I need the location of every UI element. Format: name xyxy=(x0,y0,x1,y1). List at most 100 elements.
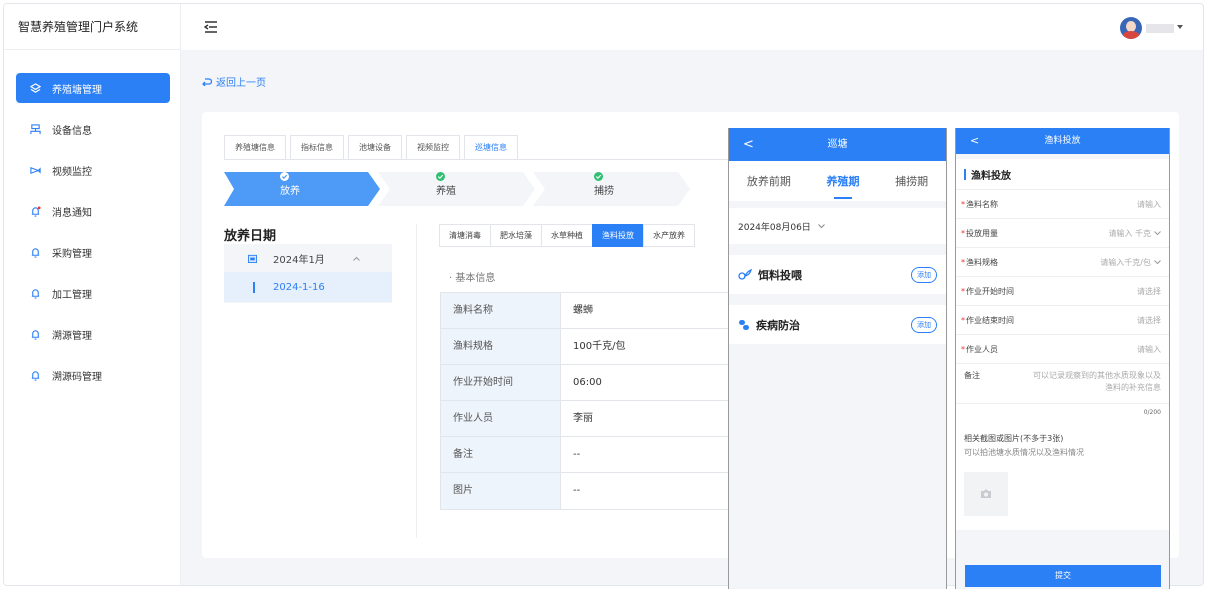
subtab-feed-release[interactable]: 渔料投放 xyxy=(592,224,644,247)
sidebar-item-label: 视频监控 xyxy=(52,166,92,178)
sidebar-item-purchase[interactable]: 采购管理 xyxy=(16,237,170,267)
menu-fold-icon[interactable] xyxy=(204,21,218,33)
tab-video-monitor[interactable]: 视频监控 xyxy=(406,135,460,159)
table-row: 作业人员 李丽 xyxy=(441,401,731,437)
row-label: 图片 xyxy=(441,473,561,509)
field-label: 渔料规格 xyxy=(966,257,998,267)
field-end-time[interactable]: *作业结束时间 请选择 xyxy=(956,306,1169,335)
form-title: 渔料投放 xyxy=(956,159,1169,190)
avatar[interactable] xyxy=(1120,17,1142,39)
selected-marker xyxy=(253,281,255,293)
stage-steps: 放养 养殖 捕捞 xyxy=(224,172,714,206)
sidebar-item-notifications[interactable]: 消息通知 xyxy=(16,196,170,226)
back-link[interactable]: 返回上一页 xyxy=(202,74,266,89)
check-circle-icon xyxy=(594,172,603,181)
field-label: 作业开始时间 xyxy=(966,286,1014,296)
step-harvest[interactable]: 捕捞 xyxy=(594,172,614,206)
table-row: 图片 -- xyxy=(441,473,731,509)
field-note[interactable]: 备注 可以记录观察到的其他水质现象以及渔料的补充信息 xyxy=(956,364,1169,404)
step-stocking[interactable]: 放养 xyxy=(280,172,300,206)
tree-month-node[interactable]: 2024年1月 xyxy=(224,244,392,272)
date-section-title: 放养日期 xyxy=(224,229,277,244)
tab-harvest-period[interactable]: 捕捞期 xyxy=(895,173,928,189)
caret-down-icon[interactable] xyxy=(1177,25,1183,30)
feeding-icon xyxy=(738,268,752,280)
field-label: 备注 xyxy=(964,371,980,380)
top-bar xyxy=(181,4,1203,50)
field-feed-spec[interactable]: *渔料规格 请输入千克/包 xyxy=(956,248,1169,277)
section-feeding: 饵料投喂 添加 xyxy=(729,255,946,294)
tree-month-label: 2024年1月 xyxy=(273,254,325,266)
row-value: -- xyxy=(573,485,581,496)
field-label: 投放用量 xyxy=(966,228,998,238)
device-icon xyxy=(30,123,41,134)
field-start-time[interactable]: *作业开始时间 请选择 xyxy=(956,277,1169,306)
sidebar-item-traceability[interactable]: 溯源管理 xyxy=(16,319,170,349)
tree-day-label: 2024-1-16 xyxy=(273,281,325,293)
row-label: 渔料规格 xyxy=(441,329,561,364)
row-value: -- xyxy=(573,449,581,460)
required-mark: * xyxy=(961,315,965,325)
table-row: 备注 -- xyxy=(441,437,731,473)
bell-icon xyxy=(31,370,40,381)
camera-icon xyxy=(30,166,41,174)
sidebar-item-device-info[interactable]: 设备信息 xyxy=(16,114,170,144)
basic-info-title: · 基本信息 xyxy=(449,273,496,284)
subtab-aquatic-stocking[interactable]: 水产放养 xyxy=(643,224,695,247)
field-feed-name[interactable]: *渔料名称 请输入 xyxy=(956,190,1169,219)
title-bar xyxy=(964,168,966,180)
tab-farming-period[interactable]: 养殖期 xyxy=(826,173,859,199)
field-label: 作业结束时间 xyxy=(966,315,1014,325)
subtab-disinfection[interactable]: 清塘消毒 xyxy=(439,224,491,247)
tab-pre-stocking[interactable]: 放养前期 xyxy=(747,173,791,189)
note-placeholder: 可以记录观察到的其他水质现象以及渔料的补充信息 xyxy=(1033,371,1161,392)
subtab-plant-grass[interactable]: 水草种植 xyxy=(541,224,593,247)
sidebar-item-trace-code[interactable]: 溯源码管理 xyxy=(16,360,170,390)
sidebar-item-processing[interactable]: 加工管理 xyxy=(16,278,170,308)
tab-indicator-info[interactable]: 指标信息 xyxy=(290,135,344,159)
table-row: 渔料规格 100千克/包 xyxy=(441,329,731,365)
field-dosage[interactable]: *投放用量 请输入 千克 xyxy=(956,219,1169,248)
section-label: 饵料投喂 xyxy=(758,268,802,282)
add-disease-button[interactable]: 添加 xyxy=(911,316,937,333)
image-upload-button[interactable] xyxy=(964,472,1008,516)
sidebar-item-label: 采购管理 xyxy=(52,248,92,260)
subtab-fertilize[interactable]: 肥水培藻 xyxy=(490,224,542,247)
tab-inspection-info[interactable]: 巡塘信息 xyxy=(464,135,518,159)
field-label: 作业人员 xyxy=(966,344,998,354)
vertical-divider xyxy=(416,224,417,538)
tab-bar: 养殖塘信息 指标信息 池塘设备 视频监控 巡塘信息 xyxy=(224,135,522,159)
char-counter: 0/200 xyxy=(1143,409,1161,416)
required-mark: * xyxy=(961,199,965,209)
section-disease-prevention: 疾病防治 添加 xyxy=(729,305,946,344)
row-label: 备注 xyxy=(441,437,561,472)
tree-day-node[interactable]: 2024-1-16 xyxy=(224,272,392,302)
row-value: 螺蛳 xyxy=(573,305,593,316)
back-button[interactable]: < xyxy=(743,128,754,161)
image-upload-label: 相关截图或图片(不多于3张) 可以拍池塘水质情况以及渔料情况 xyxy=(956,426,1169,460)
required-mark: * xyxy=(961,228,965,238)
row-label: 渔料名称 xyxy=(441,293,561,328)
tab-pond-devices[interactable]: 池塘设备 xyxy=(348,135,402,159)
tab-pond-info[interactable]: 养殖塘信息 xyxy=(224,135,286,159)
chevron-down-icon xyxy=(1154,259,1161,264)
sidebar-item-label: 养殖塘管理 xyxy=(52,84,102,96)
bell-icon xyxy=(31,329,40,340)
field-label: 渔料名称 xyxy=(966,199,998,209)
submit-button[interactable]: 提交 xyxy=(965,565,1161,587)
field-operator[interactable]: *作业人员 请输入 xyxy=(956,335,1169,364)
chevron-up-icon xyxy=(352,256,360,261)
date-picker[interactable]: 2024年08月06日 xyxy=(729,208,946,244)
sidebar-item-video-monitor[interactable]: 视频监控 xyxy=(16,155,170,185)
sidebar-item-pond-management[interactable]: 养殖塘管理 xyxy=(16,73,170,103)
user-name-blurred xyxy=(1146,24,1174,33)
field-placeholder: 请输入 xyxy=(1137,199,1161,209)
row-label: 作业人员 xyxy=(441,401,561,436)
back-button[interactable]: < xyxy=(970,128,979,154)
row-value: 李丽 xyxy=(573,413,593,424)
add-feeding-button[interactable]: 添加 xyxy=(911,266,937,283)
table-row: 作业开始时间 06:00 xyxy=(441,365,731,401)
section-label: 疾病防治 xyxy=(756,318,800,332)
bell-icon xyxy=(31,205,41,217)
step-farming[interactable]: 养殖 xyxy=(436,172,456,206)
